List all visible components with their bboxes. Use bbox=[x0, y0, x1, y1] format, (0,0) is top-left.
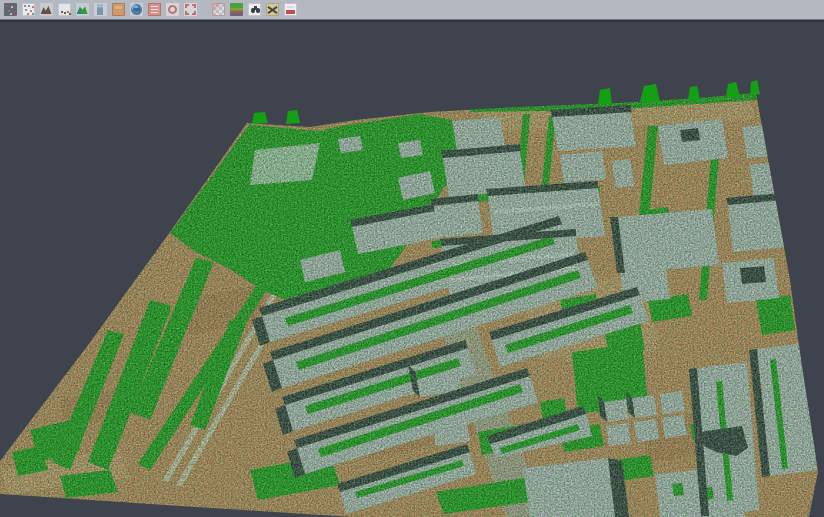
globe-button[interactable] bbox=[128, 1, 145, 19]
scene-canvas bbox=[0, 0, 824, 517]
delete-row-icon bbox=[284, 3, 297, 16]
attribute-table-icon bbox=[148, 3, 161, 16]
orthoimage-button[interactable] bbox=[110, 1, 127, 19]
classify-points-button[interactable] bbox=[20, 1, 37, 19]
terrain-model-icon bbox=[40, 3, 53, 16]
binoculars-icon bbox=[248, 3, 261, 16]
point-cloud-button[interactable] bbox=[2, 1, 19, 19]
attribute-table-button[interactable] bbox=[146, 1, 163, 19]
binoculars-button[interactable] bbox=[246, 1, 263, 19]
class-raster-button[interactable] bbox=[228, 1, 245, 19]
ground-points-button[interactable] bbox=[56, 1, 73, 19]
zoom-extent-icon bbox=[184, 3, 197, 16]
classify-points-icon bbox=[22, 3, 35, 16]
circle-select-button[interactable] bbox=[164, 1, 181, 19]
colored-surface-button[interactable] bbox=[74, 1, 91, 19]
zoom-extent-button[interactable] bbox=[182, 1, 199, 19]
3d-viewport[interactable] bbox=[0, 0, 824, 517]
measure-icon bbox=[266, 3, 279, 16]
delete-row-button[interactable] bbox=[282, 1, 299, 19]
colored-surface-icon bbox=[76, 3, 89, 16]
measure-button[interactable] bbox=[264, 1, 281, 19]
point-cloud-icon bbox=[4, 3, 17, 16]
transparency-button[interactable] bbox=[210, 1, 227, 19]
cross-section-icon bbox=[94, 3, 107, 16]
application-window bbox=[0, 0, 824, 517]
toolbar bbox=[0, 0, 824, 20]
orthoimage-icon bbox=[112, 3, 125, 16]
class-raster-icon bbox=[230, 3, 243, 16]
transparency-icon bbox=[212, 3, 225, 16]
circle-select-icon bbox=[166, 3, 179, 16]
ground-points-icon bbox=[58, 3, 71, 16]
terrain-model-button[interactable] bbox=[38, 1, 55, 19]
cross-section-button[interactable] bbox=[92, 1, 109, 19]
globe-icon bbox=[130, 3, 143, 16]
